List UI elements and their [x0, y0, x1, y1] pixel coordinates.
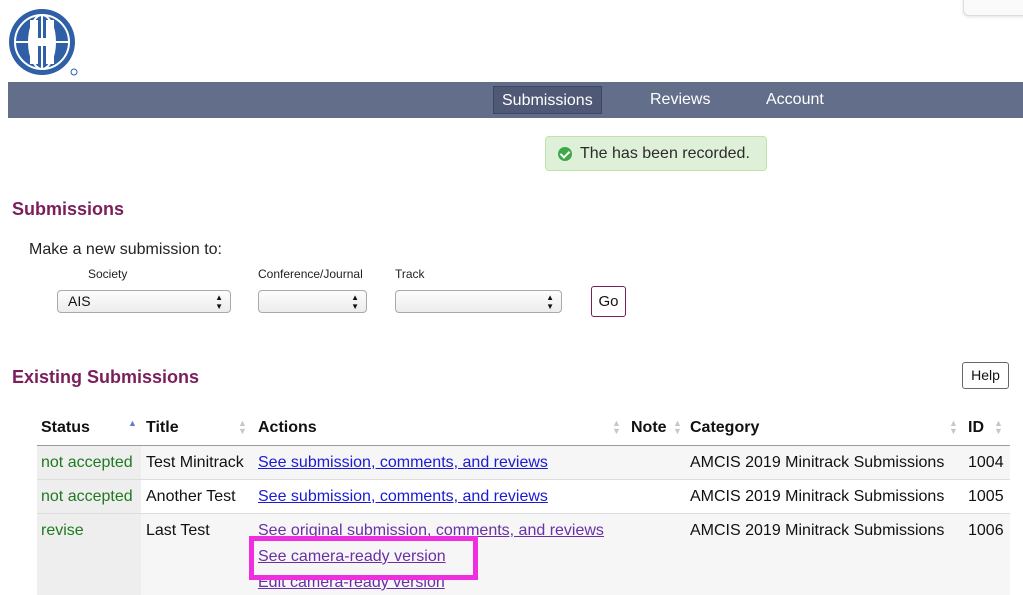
table-row: not accepted Test Minitrack See submissi… [37, 446, 1010, 480]
sort-icon[interactable]: ▲ ▼ [949, 419, 958, 436]
society-label: Society [88, 267, 128, 281]
category-value: AMCIS 2019 Minitrack Submissions [690, 522, 945, 539]
see-submission-link[interactable]: See submission, comments, and reviews [258, 454, 548, 472]
go-button[interactable]: Go [591, 286, 626, 317]
column-header-category[interactable]: Category [690, 419, 759, 437]
category-value: AMCIS 2019 Minitrack Submissions [690, 488, 945, 505]
column-header-actions[interactable]: Actions [258, 419, 317, 437]
see-submission-link[interactable]: See submission, comments, and reviews [258, 488, 548, 506]
title-value: Test Minitrack [146, 454, 244, 471]
id-value: 1005 [968, 488, 1004, 505]
society-select[interactable]: AIS ▲ ▼ [57, 290, 231, 313]
select-arrows-icon: ▲ ▼ [215, 293, 223, 311]
highlight-box [249, 536, 478, 580]
conference-select[interactable]: ▲ ▼ [258, 290, 367, 313]
society-select-value: AIS [68, 293, 91, 309]
status-value: revise [41, 522, 84, 539]
sort-icon[interactable]: ▲ ▼ [238, 419, 247, 436]
make-new-label: Make a new submission to: [29, 241, 222, 258]
column-header-note[interactable]: Note [631, 419, 667, 437]
id-value: 1006 [968, 522, 1004, 539]
nav-reviews[interactable]: Reviews [642, 86, 718, 114]
status-value: not accepted [41, 454, 133, 471]
id-value: 1004 [968, 454, 1004, 471]
sort-icon[interactable]: ▲ ▼ [673, 419, 682, 436]
help-button[interactable]: Help [962, 362, 1009, 389]
success-message-text: The has been recorded. [580, 145, 750, 162]
select-arrows-icon: ▲ ▼ [546, 293, 554, 311]
success-message: The has been recorded. [545, 136, 767, 171]
sort-icon[interactable]: ▲ ▼ [612, 419, 621, 436]
track-label: Track [395, 267, 425, 281]
nav-account[interactable]: Account [758, 86, 832, 114]
conference-label: Conference/Journal [258, 267, 363, 281]
existing-submissions-heading: Existing Submissions [12, 367, 200, 387]
track-select[interactable]: ▲ ▼ [395, 290, 562, 313]
main-nav: Submissions Reviews Account [8, 82, 1023, 118]
header [0, 0, 1023, 82]
table-header: Status ▲ Title ▲ ▼ Actions ▲ ▼ Note ▲ ▼ Cat… [37, 410, 1010, 446]
top-right-card [963, 0, 1023, 16]
column-header-title[interactable]: Title [146, 419, 179, 437]
select-arrows-icon: ▲ ▼ [351, 293, 359, 311]
submissions-heading: Submissions [12, 199, 125, 219]
title-value: Another Test [146, 488, 236, 505]
column-header-id[interactable]: ID [968, 419, 984, 437]
status-value: not accepted [41, 488, 133, 505]
sort-asc-icon[interactable]: ▲ [128, 419, 137, 428]
ais-logo-icon[interactable] [8, 6, 80, 78]
title-value: Last Test [146, 522, 210, 539]
sort-icon[interactable]: ▲ ▼ [994, 419, 1003, 436]
table-row: revise Last Test See original submission… [37, 514, 1010, 595]
table-row: not accepted Another Test See submission… [37, 480, 1010, 514]
check-circle-icon [558, 147, 572, 161]
nav-submissions[interactable]: Submissions [493, 86, 602, 114]
category-value: AMCIS 2019 Minitrack Submissions [690, 454, 945, 471]
column-header-status[interactable]: Status [41, 419, 90, 437]
